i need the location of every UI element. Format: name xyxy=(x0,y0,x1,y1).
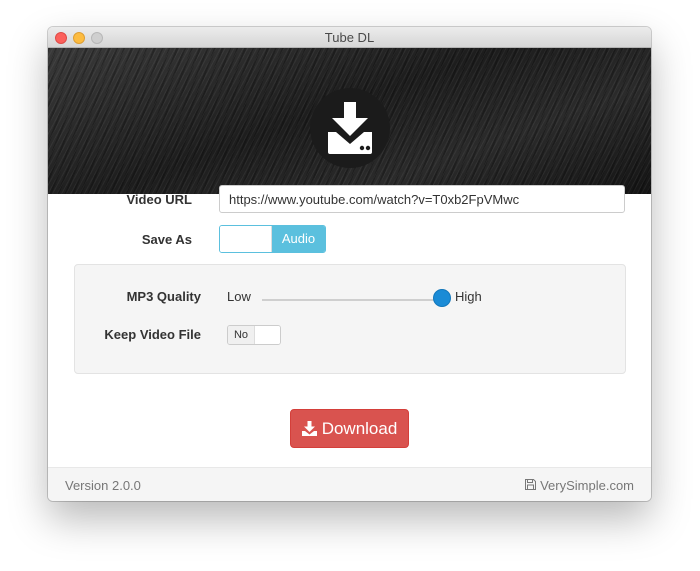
save-as-toggle-value: Audio xyxy=(272,226,325,252)
mp3-quality-slider-thumb[interactable] xyxy=(433,289,451,307)
keep-video-toggle[interactable]: No xyxy=(227,325,281,345)
audio-options-panel xyxy=(74,264,626,374)
download-icon xyxy=(301,421,317,436)
keep-video-toggle-knob xyxy=(255,326,280,344)
brand-text: VerySimple.com xyxy=(540,478,634,493)
keep-video-toggle-value: No xyxy=(228,326,255,344)
video-url-label: Video URL xyxy=(126,192,193,207)
quality-high-label: High xyxy=(455,289,482,304)
save-as-toggle-knob xyxy=(220,226,272,252)
mp3-quality-label: MP3 Quality xyxy=(126,289,201,304)
keep-video-label: Keep Video File xyxy=(104,327,201,342)
hero-banner xyxy=(48,48,651,194)
save-as-toggle[interactable]: Audio xyxy=(219,225,326,253)
app-window: Tube DL Video URL Save As Audio MP3 Qual… xyxy=(48,27,651,501)
version-text: Version 2.0.0 xyxy=(65,478,141,493)
video-url-input[interactable] xyxy=(219,185,625,213)
save-as-label: Save As xyxy=(141,232,192,247)
floppy-disk-icon xyxy=(525,478,537,493)
quality-low-label: Low xyxy=(227,289,251,304)
window-title: Tube DL xyxy=(324,30,375,45)
mp3-quality-slider-fill xyxy=(262,299,442,301)
download-drive-icon xyxy=(310,88,390,168)
download-button[interactable]: Download xyxy=(290,409,409,448)
download-button-label: Download xyxy=(321,418,398,438)
brand-link[interactable]: VerySimple.com xyxy=(525,478,634,493)
footer: Version 2.0.0 VerySimple.com xyxy=(48,467,651,501)
title-bar: Tube DL xyxy=(48,27,651,48)
mp3-quality-slider[interactable] xyxy=(262,299,442,301)
